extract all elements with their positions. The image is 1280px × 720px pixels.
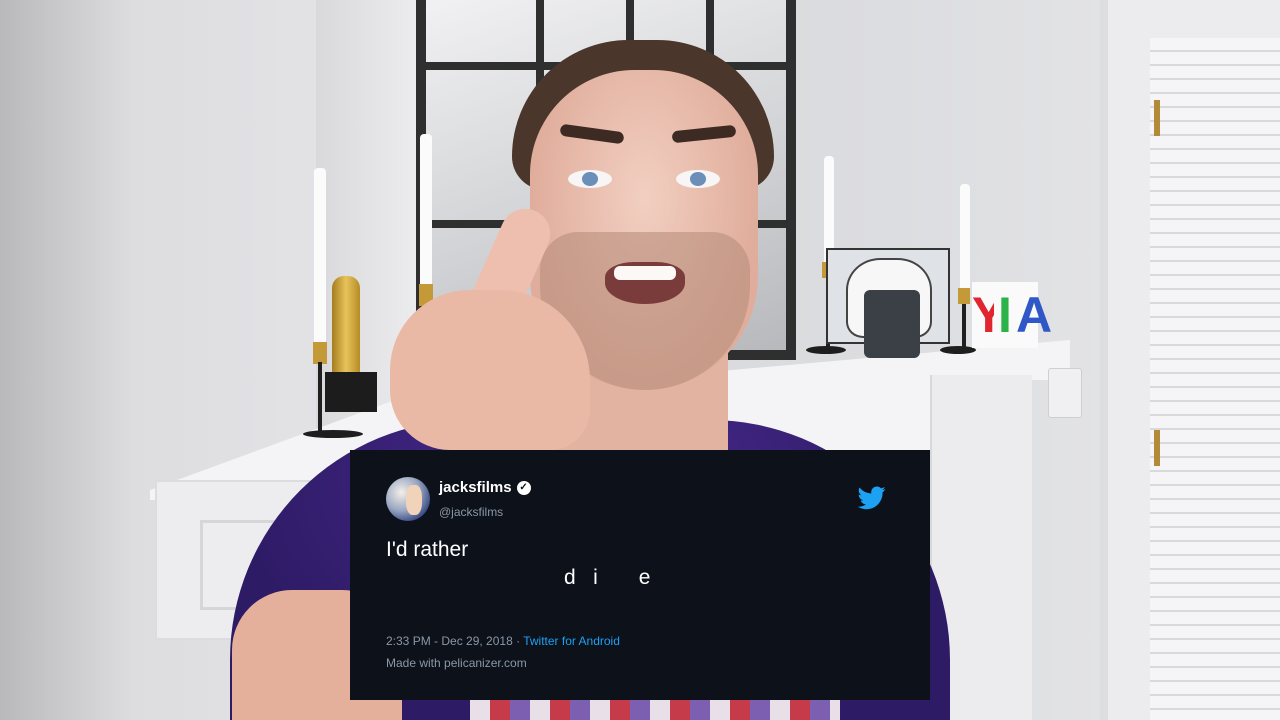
letter-block: I bbox=[994, 282, 1016, 348]
eye bbox=[676, 170, 720, 188]
letter-block: Y bbox=[972, 282, 1005, 348]
wall-outlet bbox=[1048, 368, 1082, 418]
teeth bbox=[614, 266, 676, 280]
door-hinge bbox=[1154, 100, 1160, 136]
door-hinge bbox=[1154, 430, 1160, 466]
figure-box bbox=[864, 290, 920, 358]
candle-holder bbox=[313, 342, 327, 364]
candle-stand bbox=[962, 304, 966, 348]
candle-base bbox=[303, 430, 363, 438]
display-name[interactable]: jacksfilms bbox=[439, 479, 512, 496]
tweet-meta: 2:33 PM - Dec 29, 2018 · Twitter for And… bbox=[386, 634, 620, 648]
yia-letters: Y I A bbox=[972, 282, 1052, 348]
tweet-card: jacksfilms ✓ @jacksfilms I'd rather d i … bbox=[350, 450, 930, 700]
tweet-text-line-1: I'd rather bbox=[386, 538, 469, 561]
twitter-bird-icon[interactable] bbox=[858, 486, 886, 510]
candle-base bbox=[806, 346, 846, 354]
eye bbox=[568, 170, 612, 188]
trophy-base bbox=[325, 372, 377, 412]
candle bbox=[420, 134, 432, 284]
tweet-source-link[interactable]: Twitter for Android bbox=[523, 634, 620, 648]
candle-stand bbox=[318, 362, 322, 432]
tweet-text-line-2: d i e bbox=[564, 566, 651, 589]
tweet-timestamp[interactable]: 2:33 PM - Dec 29, 2018 · bbox=[386, 634, 523, 648]
profile-avatar[interactable] bbox=[386, 477, 430, 521]
candle-holder bbox=[958, 288, 970, 304]
user-handle[interactable]: @jacksfilms bbox=[439, 505, 503, 519]
author-row: jacksfilms ✓ bbox=[439, 479, 531, 496]
letter-block: A bbox=[1016, 282, 1052, 348]
watermark-footer: Made with pelicanizer.com bbox=[386, 656, 527, 670]
candle bbox=[960, 184, 970, 290]
candle bbox=[314, 168, 326, 344]
shirt-print bbox=[470, 698, 840, 720]
verified-badge-icon: ✓ bbox=[516, 480, 531, 495]
trophy bbox=[332, 276, 360, 376]
hand bbox=[390, 290, 590, 450]
candle-base bbox=[940, 346, 976, 354]
louvered-door bbox=[1150, 38, 1280, 720]
